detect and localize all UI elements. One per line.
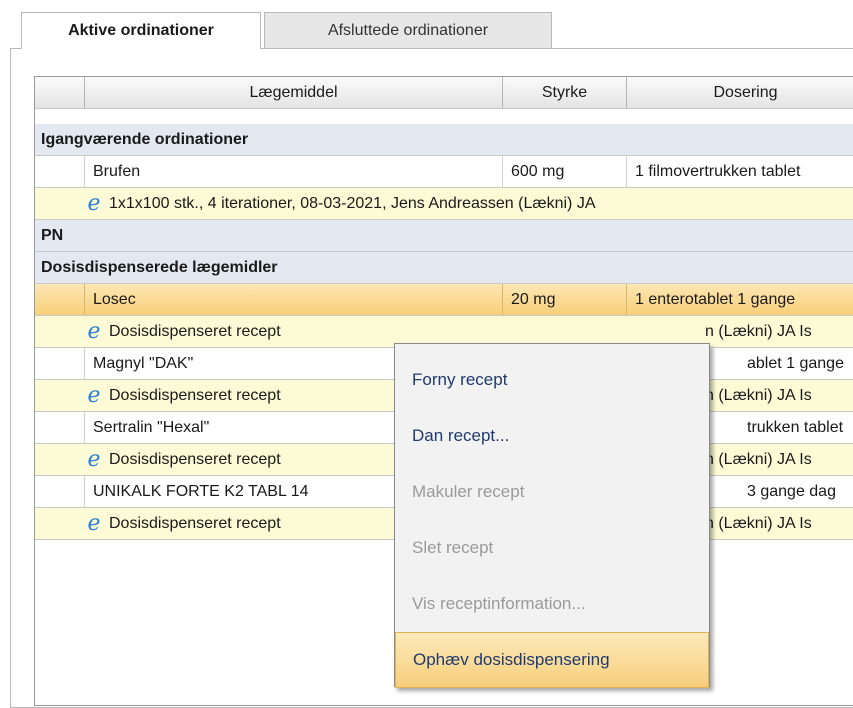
recipe-text: Dosisdispenseret recept <box>109 386 281 404</box>
drug-name: Losec <box>85 284 503 315</box>
e-recipe-icon: e <box>87 510 101 536</box>
table-header-row: Lægemiddel Styrke Dosering <box>35 77 853 109</box>
recipe-line: e Dosisdispenseret recept <box>85 316 281 347</box>
header-cell-laegemiddel[interactable]: Lægemiddel <box>85 77 503 108</box>
recipe-line: e 1x1x100 stk., 4 iterationer, 08-03-202… <box>85 188 596 219</box>
e-recipe-icon: e <box>87 446 101 472</box>
e-recipe-icon: e <box>87 382 101 408</box>
group-label: Igangværende ordinationer <box>41 130 249 148</box>
menu-item-makuler-recept[interactable]: Makuler recept <box>395 464 709 520</box>
group-label: Dosisdispenserede lægemidler <box>41 258 278 276</box>
e-recipe-icon: e <box>87 318 101 344</box>
tab-aktive-ordinationer[interactable]: Aktive ordinationer <box>21 12 261 49</box>
recipe-line: e Dosisdispenseret recept <box>85 508 281 539</box>
drug-dosage: 1 filmovertrukken tablet <box>627 156 853 187</box>
row-gutter <box>35 476 85 507</box>
row-gutter <box>35 348 85 379</box>
drug-name: Brufen <box>85 156 503 187</box>
header-cell-styrke[interactable]: Styrke <box>503 77 627 108</box>
drug-strength: 20 mg <box>503 284 627 315</box>
recipe-text: Dosisdispenseret recept <box>109 322 281 340</box>
recipe-row[interactable]: e 1x1x100 stk., 4 iterationer, 08-03-202… <box>35 188 853 220</box>
menu-item-forny-recept[interactable]: Forny recept <box>395 352 709 408</box>
menu-item-ophaev-dosisdispensering[interactable]: Ophæv dosisdispensering <box>395 632 709 688</box>
recipe-tail: n (Lækni) JA Is <box>705 450 812 468</box>
recipe-line: e Dosisdispenseret recept <box>85 444 281 475</box>
table-row[interactable]: Brufen 600 mg 1 filmovertrukken tablet <box>35 156 853 188</box>
row-gutter <box>35 412 85 443</box>
recipe-tail: n (Lækni) JA Is <box>705 322 812 340</box>
tab-bar: Aktive ordinationer Afsluttede ordinatio… <box>0 0 853 49</box>
group-row[interactable]: PN <box>35 220 853 252</box>
group-row[interactable]: Igangværende ordinationer <box>35 124 853 156</box>
context-menu: Forny recept Dan recept... Makuler recep… <box>394 343 710 688</box>
group-label: PN <box>41 226 64 244</box>
recipe-tail: n (Lækni) JA Is <box>705 514 812 532</box>
table-row-selected[interactable]: Losec 20 mg 1 enterotablet 1 gange <box>35 284 853 316</box>
tab-afsluttede-ordinationer[interactable]: Afsluttede ordinationer <box>264 12 552 48</box>
row-gutter <box>35 156 85 187</box>
recipe-text: Dosisdispenseret recept <box>109 514 281 532</box>
header-cell-dosering[interactable]: Dosering <box>627 77 853 108</box>
menu-item-vis-receptinformation[interactable]: Vis receptinformation... <box>395 576 709 632</box>
recipe-text: 1x1x100 stk., 4 iterationer, 08-03-2021,… <box>109 194 596 212</box>
recipe-line: e Dosisdispenseret recept <box>85 380 281 411</box>
group-row[interactable]: Dosisdispenserede lægemidler <box>35 252 853 284</box>
menu-item-dan-recept[interactable]: Dan recept... <box>395 408 709 464</box>
e-recipe-icon: e <box>87 190 101 216</box>
header-cell-blank[interactable] <box>35 77 85 108</box>
recipe-text: Dosisdispenseret recept <box>109 450 281 468</box>
drug-strength: 600 mg <box>503 156 627 187</box>
recipe-tail: n (Lækni) JA Is <box>705 386 812 404</box>
row-gutter <box>35 284 85 315</box>
menu-item-slet-recept[interactable]: Slet recept <box>395 520 709 576</box>
drug-dosage: 1 enterotablet 1 gange <box>627 284 853 315</box>
